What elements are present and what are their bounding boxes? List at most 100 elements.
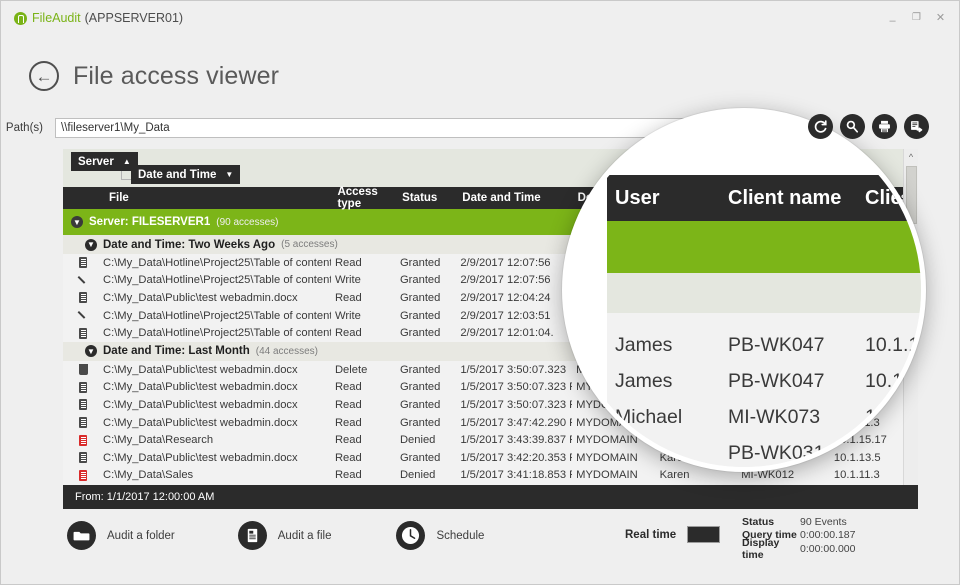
print-icon[interactable] bbox=[872, 114, 897, 139]
real-time-control: Real time bbox=[625, 526, 721, 543]
refresh-icon[interactable] bbox=[808, 114, 833, 139]
denied-file-icon bbox=[79, 434, 87, 446]
magnifier-lens: User Client name Client address James PB-… bbox=[562, 108, 926, 472]
cell-file: C:\My_Data\Hotline\Project25\Table of co… bbox=[63, 274, 331, 286]
cell-date-time: 2/9/2017 12:03:51 bbox=[460, 309, 551, 322]
cell-status: Granted bbox=[399, 309, 441, 322]
file-path: C:\My_Data\Sales bbox=[103, 469, 194, 482]
file-path: C:\My_Data\Public\test webadmin.docx bbox=[103, 363, 298, 376]
read-file-icon bbox=[79, 417, 87, 429]
window-controls: – ❐ ✕ bbox=[887, 12, 959, 27]
magnified-col-client-address: Client address bbox=[865, 186, 921, 209]
file-icon bbox=[237, 521, 267, 550]
audit-a-folder-button[interactable]: Audit a folder bbox=[67, 521, 175, 550]
magnified-cell-client-name: MI-WK073 bbox=[728, 405, 821, 428]
maximize-icon[interactable]: ❐ bbox=[911, 13, 922, 23]
magnified-col-user: User bbox=[615, 186, 660, 209]
date-range-bar: From: 1/1/2017 12:00:00 AM bbox=[63, 485, 918, 509]
chip-date-and-time[interactable]: Date and Time ▼ bbox=[131, 165, 241, 184]
cell-file: C:\My_Data\Sales bbox=[63, 469, 331, 481]
file-path: C:\My_Data\Hotline\Project25\Table of co… bbox=[103, 327, 331, 340]
chip-server[interactable]: Server ▲ bbox=[71, 152, 138, 171]
read-file-icon bbox=[79, 452, 87, 464]
magnified-cell-user: Mary bbox=[615, 441, 659, 464]
app-brand: FileAudit (APPSERVER01) bbox=[1, 11, 183, 25]
audit-a-file-button[interactable]: Audit a file bbox=[237, 521, 332, 550]
cell-file: C:\My_Data\Public\test webadmin.docx bbox=[63, 381, 331, 393]
fileaudit-window: FileAudit (APPSERVER01) – ❐ ✕ ← File acc… bbox=[0, 0, 960, 585]
file-type-icon bbox=[63, 452, 103, 464]
status-value: 90 Events bbox=[800, 515, 847, 528]
file-type-icon bbox=[63, 364, 103, 376]
magnified-table-row: Michael MI-WK073 10.1.11.27 bbox=[607, 399, 921, 435]
chevron-up-icon: ▲ bbox=[122, 157, 131, 166]
audit-a-file-label: Audit a file bbox=[277, 529, 332, 542]
cell-file: C:\My_Data\Hotline\Project25\Table of co… bbox=[63, 257, 331, 269]
magnifier-content: User Client name Client address James PB-… bbox=[567, 113, 921, 467]
back-button[interactable]: ← bbox=[29, 61, 59, 91]
status-key: Status bbox=[742, 515, 775, 528]
magnified-cell-client-name: PB-WK047 bbox=[728, 369, 825, 392]
chevron-down-icon: ▼ bbox=[225, 170, 234, 179]
display-time-value: 0:00:00.000 bbox=[800, 542, 856, 555]
minimize-icon[interactable]: – bbox=[887, 15, 898, 27]
col-file[interactable]: File bbox=[63, 192, 333, 204]
page-title: File access viewer bbox=[73, 61, 280, 90]
file-path: C:\My_Data\Hotline\Project25\Table of co… bbox=[103, 256, 331, 269]
file-path: C:\My_Data\Research bbox=[103, 434, 214, 447]
cell-file: C:\My_Data\Public\test webadmin.docx bbox=[63, 417, 331, 429]
cell-status: Granted bbox=[399, 291, 441, 304]
app-host: (APPSERVER01) bbox=[84, 11, 184, 25]
col-access-type[interactable]: Access type bbox=[333, 186, 398, 210]
cell-file: C:\My_Data\Research bbox=[63, 434, 331, 446]
cell-date-time: 1/5/2017 3:50:07.323 PM bbox=[460, 398, 572, 411]
cell-date-time: 2/9/2017 12:07:56 bbox=[460, 274, 551, 287]
cell-access-type: Read bbox=[334, 291, 362, 304]
file-type-icon bbox=[63, 275, 103, 286]
schedule-button[interactable]: Schedule bbox=[396, 521, 484, 550]
group-date-count: (5 accesses) bbox=[281, 239, 338, 250]
file-type-icon bbox=[63, 381, 103, 393]
magnified-rows: James PB-WK047 10.1.13.12 James PB-WK047 10.1… bbox=[607, 327, 921, 467]
cell-access-type: Read bbox=[334, 469, 362, 482]
file-type-icon bbox=[63, 257, 103, 269]
col-date-and-time[interactable]: Date and Time bbox=[458, 192, 573, 204]
search-icon[interactable] bbox=[840, 114, 865, 139]
write-file-icon bbox=[78, 275, 89, 286]
cell-file: C:\My_Data\Public\test webadmin.docx bbox=[63, 364, 331, 376]
cell-status: Granted bbox=[399, 398, 441, 411]
clock-icon bbox=[396, 521, 426, 550]
magnified-cell-client-name: PB-WK031 bbox=[728, 441, 825, 464]
chip-date-label: Date and Time bbox=[138, 168, 217, 181]
collapse-icon: ▼ bbox=[85, 345, 97, 358]
file-path: C:\My_Data\Hotline\Project25\Table of co… bbox=[103, 274, 331, 287]
cell-date-time: 2/9/2017 12:07:56 bbox=[460, 256, 551, 269]
magnified-cell-user: Michael bbox=[615, 405, 683, 428]
folder-icon bbox=[67, 521, 96, 550]
query-time-value: 0:00:00.187 bbox=[800, 529, 856, 542]
cell-file: C:\My_Data\Public\test webadmin.docx bbox=[63, 292, 331, 304]
read-file-icon bbox=[79, 381, 87, 393]
magnified-table-row: James PB-WK047 10.1.13.12 bbox=[607, 327, 921, 363]
cell-status: Denied bbox=[399, 434, 436, 447]
magnified-col-client-name: Client name bbox=[728, 186, 842, 209]
group-server-count: (90 accesses) bbox=[216, 216, 279, 228]
export-icon[interactable] bbox=[904, 114, 929, 139]
display-time-key: Display time bbox=[742, 536, 780, 561]
cell-date-time: 2/9/2017 12:01:04. bbox=[460, 327, 554, 340]
file-type-icon bbox=[63, 417, 103, 429]
table-row[interactable]: C:\My_Data\Sales Read Denied 1/5/2017 3:41:… bbox=[63, 466, 918, 485]
read-file-icon bbox=[79, 327, 87, 339]
cell-date-time: 1/5/2017 3:50:07.323 PM bbox=[460, 381, 572, 394]
magnified-spacer bbox=[607, 313, 921, 327]
cell-user: Karen bbox=[659, 469, 690, 482]
schedule-label: Schedule bbox=[436, 529, 485, 542]
file-path: C:\My_Data\Hotline\Project25\Table of co… bbox=[103, 309, 331, 322]
close-icon[interactable]: ✕ bbox=[935, 12, 946, 24]
magnified-date-group-row bbox=[607, 273, 921, 313]
cell-access-type: Write bbox=[334, 274, 361, 287]
col-status[interactable]: Status bbox=[398, 192, 458, 204]
file-type-icon bbox=[63, 399, 103, 411]
real-time-toggle[interactable] bbox=[687, 526, 721, 543]
cell-status: Granted bbox=[399, 327, 441, 340]
